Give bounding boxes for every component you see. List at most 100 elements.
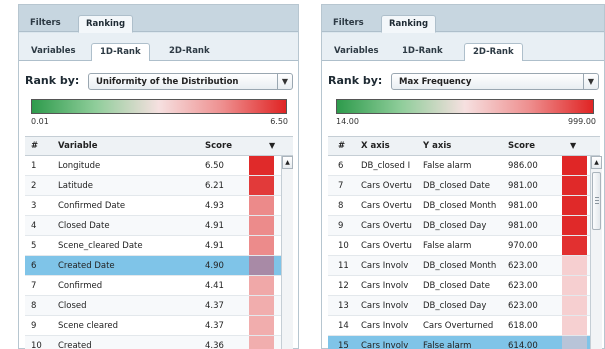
score-color-swatch: [562, 196, 587, 215]
rank-by-select[interactable]: Max Frequency ▼: [391, 73, 599, 90]
table-row[interactable]: 14 Cars Involv Cars Overturned 618.00: [328, 316, 600, 336]
row-x-axis: Cars Overtu: [361, 181, 412, 191]
row-score: 4.91: [205, 241, 224, 251]
row-number: 2: [31, 181, 37, 191]
row-number: 9: [338, 221, 344, 231]
rank-by-value: Max Frequency: [399, 77, 472, 87]
row-y-axis: DB_closed Date: [423, 181, 490, 191]
table-row[interactable]: 7 Cars Overtu DB_closed Date 981.00: [328, 176, 600, 196]
score-color-swatch: [562, 236, 587, 255]
row-score: 614.00: [508, 341, 538, 349]
table-body: 1 Longitude 6.50 2 Latitude 6.21 3 Confirmed Da…: [25, 156, 293, 349]
tab-ranking[interactable]: Ranking: [78, 15, 134, 33]
table-row[interactable]: 6 Created Date 4.90: [25, 256, 293, 276]
row-score: 623.00: [508, 281, 538, 291]
row-y-axis: DB_closed Day: [423, 221, 487, 231]
sub-tab-bar: Variables 1D-Rank 2D-Rank: [322, 33, 604, 62]
row-x-axis: Cars Overtu: [361, 201, 412, 211]
score-color-gradient: [336, 99, 594, 114]
scroll-thumb[interactable]: [592, 172, 601, 230]
table-row[interactable]: 3 Confirmed Date 4.93: [25, 196, 293, 216]
vertical-scrollbar[interactable]: ▲: [590, 156, 602, 349]
score-color-gradient: [31, 99, 287, 114]
table-row[interactable]: 2 Latitude 6.21: [25, 176, 293, 196]
row-y-axis: DB_closed Day: [423, 301, 487, 311]
row-score: 981.00: [508, 201, 538, 211]
column-header-y-axis[interactable]: Y axis: [423, 141, 451, 151]
vertical-scrollbar[interactable]: ▲: [281, 156, 293, 349]
score-color-swatch: [562, 296, 587, 315]
table-row[interactable]: 13 Cars Involv DB_closed Day 623.00: [328, 296, 600, 316]
row-number: 1: [31, 161, 37, 171]
grip-line: [595, 197, 599, 198]
gradient-max-value: 999.00: [568, 117, 596, 126]
tab-filters[interactable]: Filters: [23, 15, 68, 33]
row-x-axis: Cars Involv: [361, 261, 409, 271]
table-row[interactable]: 4 Closed Date 4.91: [25, 216, 293, 236]
subtab-1d-rank[interactable]: 1D-Rank: [91, 43, 150, 62]
rank-by-select[interactable]: Uniformity of the Distribution ▼: [88, 73, 293, 90]
table-row[interactable]: 15 Cars Involv False alarm 614.00: [328, 336, 600, 349]
row-score: 981.00: [508, 181, 538, 191]
scroll-up-icon[interactable]: ▲: [282, 156, 293, 169]
score-color-swatch: [562, 216, 587, 235]
column-header-number[interactable]: #: [338, 141, 345, 151]
subtab-variables[interactable]: Variables: [326, 43, 387, 62]
main-tab-bar: Filters Ranking: [322, 5, 604, 33]
score-color-swatch: [562, 256, 587, 275]
score-color-swatch: [249, 276, 274, 295]
sort-descending-icon[interactable]: ▼: [570, 141, 576, 150]
table-row[interactable]: 12 Cars Involv DB_closed Date 623.00: [328, 276, 600, 296]
column-header-variable[interactable]: Variable: [58, 141, 97, 151]
column-header-score[interactable]: Score: [205, 141, 232, 151]
table-row[interactable]: 10 Created 4.36: [25, 336, 293, 349]
scroll-up-icon[interactable]: ▲: [591, 156, 602, 169]
tab-ranking[interactable]: Ranking: [381, 15, 437, 33]
table-row[interactable]: 5 Scene_cleared Date 4.91: [25, 236, 293, 256]
score-color-swatch: [249, 176, 274, 195]
subtab-variables[interactable]: Variables: [23, 43, 84, 62]
table-row[interactable]: 10 Cars Overtu False alarm 970.00: [328, 236, 600, 256]
row-y-axis: False alarm: [423, 241, 472, 251]
rank-by-label: Rank by:: [25, 74, 80, 87]
table-row[interactable]: 9 Scene cleared 4.37: [25, 316, 293, 336]
row-number: 9: [31, 321, 37, 331]
subtab-1d-rank[interactable]: 1D-Rank: [394, 43, 451, 62]
row-number: 10: [338, 241, 349, 251]
score-color-swatch: [562, 276, 587, 295]
row-y-axis: DB_closed Date: [423, 281, 490, 291]
row-x-axis: Cars Overtu: [361, 241, 412, 251]
dropdown-arrow-icon[interactable]: ▼: [277, 74, 292, 89]
row-y-axis: Cars Overturned: [423, 321, 494, 331]
table-row[interactable]: 11 Cars Involv DB_closed Month 623.00: [328, 256, 600, 276]
gradient-min-value: 14.00: [336, 117, 359, 126]
subtab-2d-rank[interactable]: 2D-Rank: [464, 43, 523, 62]
row-score: 4.37: [205, 321, 224, 331]
row-number: 14: [338, 321, 349, 331]
table-header: # X axis Y axis Score ▼: [328, 137, 600, 156]
table-row[interactable]: 8 Closed 4.37: [25, 296, 293, 316]
gradient-max-value: 6.50: [270, 117, 288, 126]
row-y-axis: DB_closed Month: [423, 261, 497, 271]
table-row[interactable]: 9 Cars Overtu DB_closed Day 981.00: [328, 216, 600, 236]
column-header-x-axis[interactable]: X axis: [361, 141, 390, 151]
table-row[interactable]: 1 Longitude 6.50: [25, 156, 293, 176]
subtab-2d-rank[interactable]: 2D-Rank: [161, 43, 218, 62]
row-score: 623.00: [508, 261, 538, 271]
table-row[interactable]: 6 DB_closed I False alarm 986.00: [328, 156, 600, 176]
table-row[interactable]: 8 Cars Overtu DB_closed Month 981.00: [328, 196, 600, 216]
dropdown-arrow-icon[interactable]: ▼: [583, 74, 598, 89]
column-header-score[interactable]: Score: [508, 141, 535, 151]
sort-descending-icon[interactable]: ▼: [269, 141, 275, 150]
row-number: 10: [31, 341, 42, 349]
row-number: 7: [31, 281, 37, 291]
row-number: 13: [338, 301, 349, 311]
score-color-swatch: [562, 176, 587, 195]
row-number: 8: [31, 301, 37, 311]
table-row[interactable]: 7 Confirmed 4.41: [25, 276, 293, 296]
score-color-swatch: [249, 196, 274, 215]
row-variable: Scene_cleared Date: [58, 241, 143, 251]
column-header-number[interactable]: #: [31, 141, 38, 151]
tab-filters[interactable]: Filters: [326, 15, 371, 33]
row-variable: Confirmed: [58, 281, 103, 291]
